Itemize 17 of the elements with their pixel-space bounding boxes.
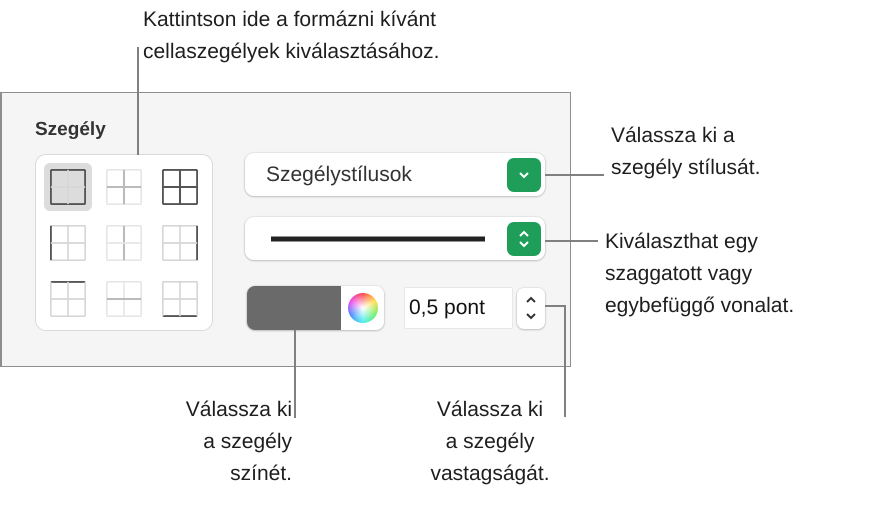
leader-line [545, 240, 598, 242]
width-field[interactable]: 0,5 pont [405, 288, 512, 328]
color-wheel-icon[interactable] [348, 293, 378, 323]
callout-text: Válassza ki a szegély vastagságát. [429, 397, 551, 487]
line-style-popup[interactable] [245, 217, 545, 260]
leader-line [545, 174, 604, 176]
chevron-down-icon [507, 158, 541, 192]
up-down-chevron-icon [507, 222, 541, 256]
stepper[interactable] [517, 288, 545, 328]
section-title: Szegély [35, 118, 107, 142]
border-style-popup[interactable]: Szegélystílusok [245, 153, 545, 196]
callout-text: Kattintson ide a formázni kívánt cellaszegélyek kiválasztásához. [143, 7, 440, 65]
callout-text: Válassza ki a szegély stílusát. [611, 123, 760, 181]
border-option[interactable] [44, 163, 92, 211]
color-well[interactable] [247, 286, 384, 330]
callout-text: Kiválaszthat egy szaggatott vagy egybefüggő vonalat. [605, 229, 794, 319]
callout-text: Válassza ki a szegély színét. [186, 397, 292, 487]
